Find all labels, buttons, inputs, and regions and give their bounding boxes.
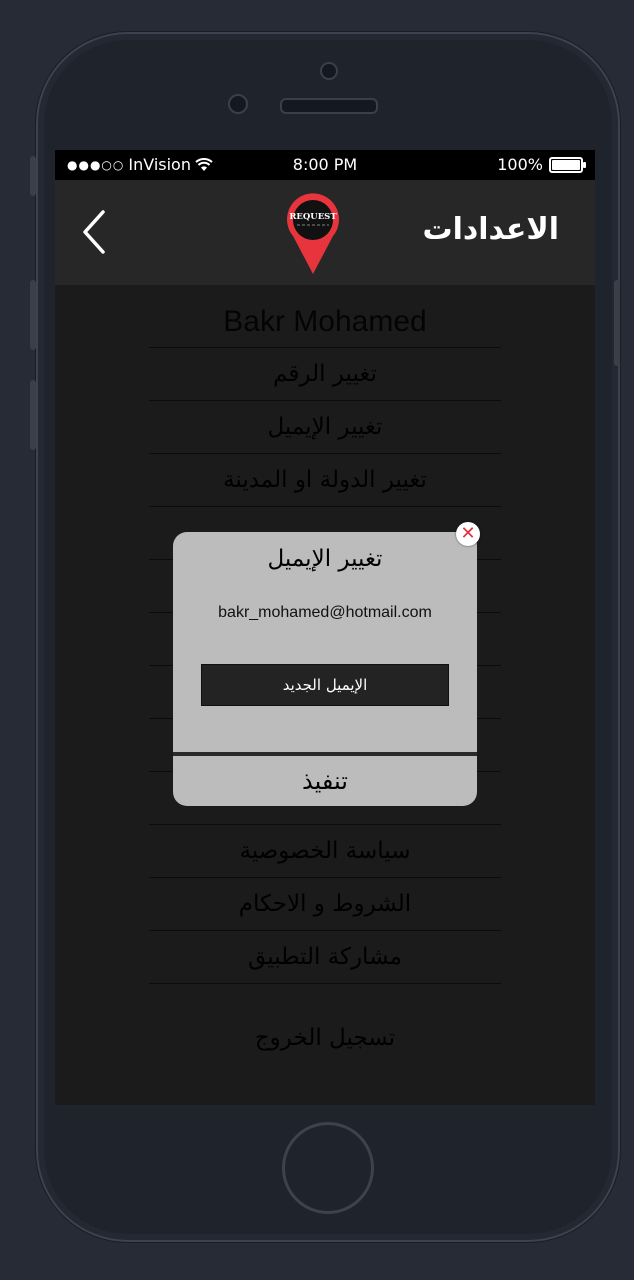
menu-item-change-number[interactable]: تغيير الرقم (149, 347, 501, 400)
earpiece-speaker (280, 98, 378, 114)
page-title: الاعدادات (422, 212, 559, 247)
profile-name: Bakr Mohamed (223, 305, 427, 338)
battery-percent: 100% (497, 155, 543, 174)
volume-down-button (30, 380, 36, 450)
menu-item-change-country-city[interactable]: تغيير الدولة او المدينة (149, 453, 501, 506)
app-logo-pin: REQUEST (287, 193, 339, 274)
home-button[interactable] (282, 1122, 374, 1214)
dialog-title: تغيير الإيميل (267, 546, 383, 572)
back-button[interactable] (77, 208, 117, 258)
status-bar: ●●●○○ InVision 8:00 PM 100% (55, 150, 595, 180)
chevron-left-icon (83, 210, 105, 254)
current-email: bakr_mohamed@hotmail.com (218, 604, 432, 621)
logout-button[interactable]: تسجيل الخروج (149, 1012, 501, 1064)
menu-item-privacy-policy[interactable]: سياسة الخصوصية (149, 824, 501, 877)
close-icon: ✕ (460, 523, 476, 544)
navigation-bar: REQUEST الاعدادات (55, 180, 595, 285)
menu-item-change-email[interactable]: تغيير الإيميل (149, 400, 501, 453)
submit-button[interactable]: تنفيذ (173, 756, 477, 806)
battery-status: 100% (497, 155, 586, 174)
app-screen: ●●●○○ InVision 8:00 PM 100% REQUEST الاع (55, 150, 595, 1105)
new-email-input[interactable]: الإيميل الجديد (201, 664, 449, 706)
power-button (614, 280, 620, 366)
battery-icon (549, 156, 586, 173)
volume-up-button (30, 280, 36, 350)
logo-text: REQUEST (289, 212, 337, 222)
close-dialog-button[interactable]: ✕ (456, 522, 480, 546)
mute-switch (30, 156, 36, 196)
menu-item-terms[interactable]: الشروط و الاحكام (149, 877, 501, 930)
menu-divider (149, 983, 501, 984)
menu-item-share-app[interactable]: مشاركة التطبيق (149, 930, 501, 983)
proximity-sensor (320, 62, 338, 80)
change-email-dialog: تغيير الإيميل bakr_mohamed@hotmail.com ا… (173, 532, 477, 806)
front-camera (228, 94, 248, 114)
